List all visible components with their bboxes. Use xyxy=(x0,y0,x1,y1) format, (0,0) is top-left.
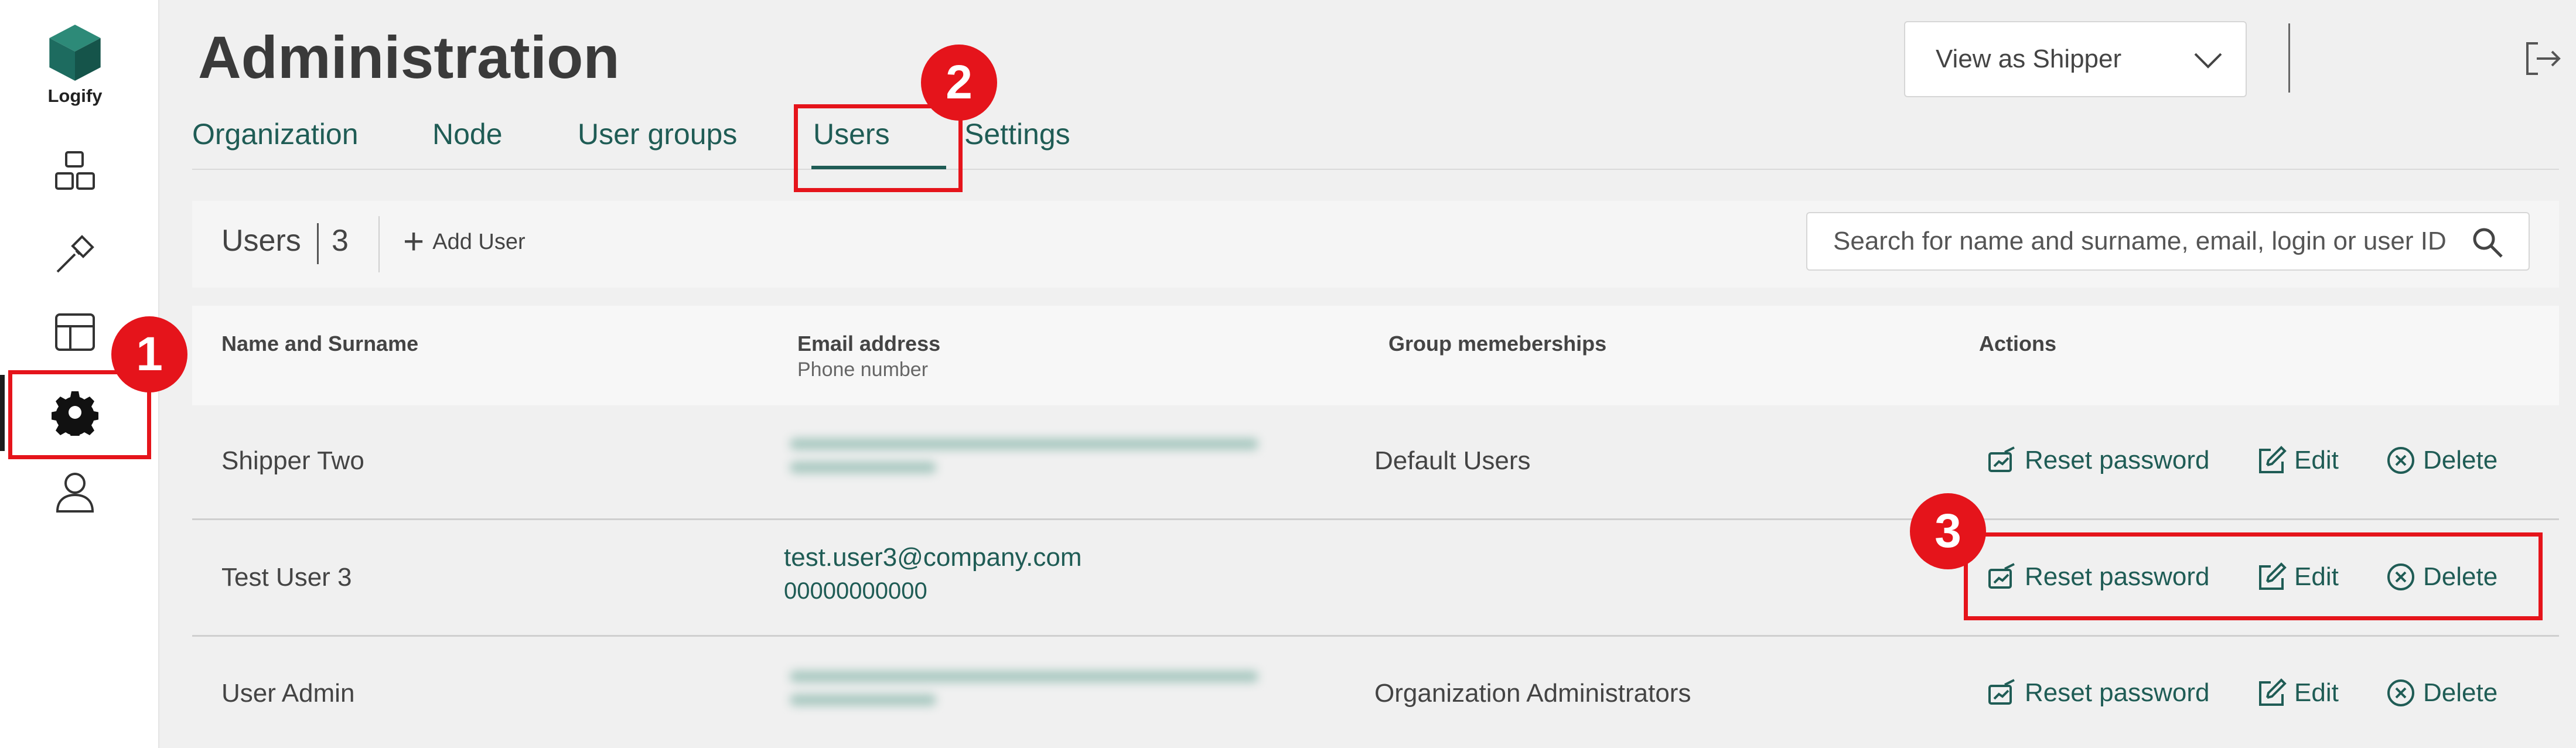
table-row: Shipper Two Default Users Reset password… xyxy=(192,405,2559,520)
logo-text: Logify xyxy=(47,86,103,106)
step-badge-1: 1 xyxy=(111,316,187,392)
page-title: Administration xyxy=(198,24,620,91)
packages-icon[interactable] xyxy=(50,146,100,196)
user-groups: Default Users xyxy=(1374,446,1531,475)
user-phone: 00000000000 xyxy=(784,578,927,604)
user-icon[interactable] xyxy=(50,467,100,516)
chevron-down-icon xyxy=(2194,53,2222,69)
edit-button[interactable]: Edit xyxy=(2257,445,2339,476)
search-icon[interactable] xyxy=(2471,226,2504,259)
delete-label: Delete xyxy=(2423,678,2498,707)
edit-button[interactable]: Edit xyxy=(2257,678,2339,708)
delete-icon xyxy=(2387,679,2414,706)
plus-icon: + xyxy=(403,221,425,262)
highlight-row-actions xyxy=(1964,532,2543,620)
reset-password-icon xyxy=(1988,446,2015,472)
search-input[interactable] xyxy=(1833,225,2454,258)
edit-label: Edit xyxy=(2294,678,2339,707)
delete-icon xyxy=(2387,447,2414,474)
tab-user-groups[interactable]: User groups xyxy=(578,117,737,151)
user-name: Shipper Two xyxy=(221,446,364,475)
table-row: User Admin Organization Administrators R… xyxy=(192,638,2559,748)
reset-password-label: Reset password xyxy=(2025,678,2210,707)
edit-label: Edit xyxy=(2294,446,2339,474)
header-name: Name and Surname xyxy=(221,332,419,356)
reset-password-button[interactable]: Reset password xyxy=(1987,678,2209,708)
user-groups: Organization Administrators xyxy=(1374,679,1691,708)
search-box xyxy=(1806,212,2530,271)
header-divider xyxy=(2288,23,2290,93)
header-email: Email address xyxy=(797,332,941,356)
reset-password-label: Reset password xyxy=(2025,446,2210,474)
delete-button[interactable]: Delete xyxy=(2386,445,2497,476)
step-badge-2: 2 xyxy=(921,45,997,121)
logout-icon[interactable] xyxy=(2523,39,2563,78)
email-blurred xyxy=(784,659,1273,718)
users-count: 3 xyxy=(332,224,349,258)
edit-icon xyxy=(2259,446,2287,473)
highlight-users-tab xyxy=(794,104,963,192)
reset-password-icon xyxy=(1988,679,2015,705)
user-name: Test User 3 xyxy=(221,563,352,592)
hammer-icon[interactable] xyxy=(50,228,100,278)
user-email[interactable]: test.user3@company.com xyxy=(784,543,1082,572)
header-actions: Actions xyxy=(1979,332,2057,356)
tab-organization[interactable]: Organization xyxy=(192,117,359,151)
header-phone: Phone number xyxy=(797,358,929,381)
title-separator xyxy=(317,223,319,264)
delete-label: Delete xyxy=(2423,446,2498,474)
tab-node[interactable]: Node xyxy=(432,117,503,151)
logify-logo-icon xyxy=(49,25,101,81)
tabs-border xyxy=(192,169,2559,170)
header-groups: Group memeberships xyxy=(1388,332,1607,356)
nav-active-indicator xyxy=(0,375,5,451)
layout-icon[interactable] xyxy=(50,308,100,357)
users-toolbar: Users 3 + Add User xyxy=(192,201,2559,288)
users-title: Users xyxy=(221,224,301,258)
email-blurred xyxy=(784,426,1273,485)
delete-button[interactable]: Delete xyxy=(2386,678,2497,708)
view-as-label: View as Shipper xyxy=(1936,45,2122,73)
toolbar-divider xyxy=(378,216,380,272)
tab-settings[interactable]: Settings xyxy=(964,117,1070,151)
view-as-select[interactable]: View as Shipper xyxy=(1904,21,2247,97)
edit-icon xyxy=(2259,678,2287,706)
user-name: User Admin xyxy=(221,679,355,708)
step-badge-3: 3 xyxy=(1910,493,1986,569)
add-user-label: Add User xyxy=(432,229,526,254)
table-header: Name and Surname Email address Phone num… xyxy=(192,306,2559,405)
reset-password-button[interactable]: Reset password xyxy=(1987,445,2209,476)
add-user-button[interactable]: + Add User xyxy=(403,221,526,262)
